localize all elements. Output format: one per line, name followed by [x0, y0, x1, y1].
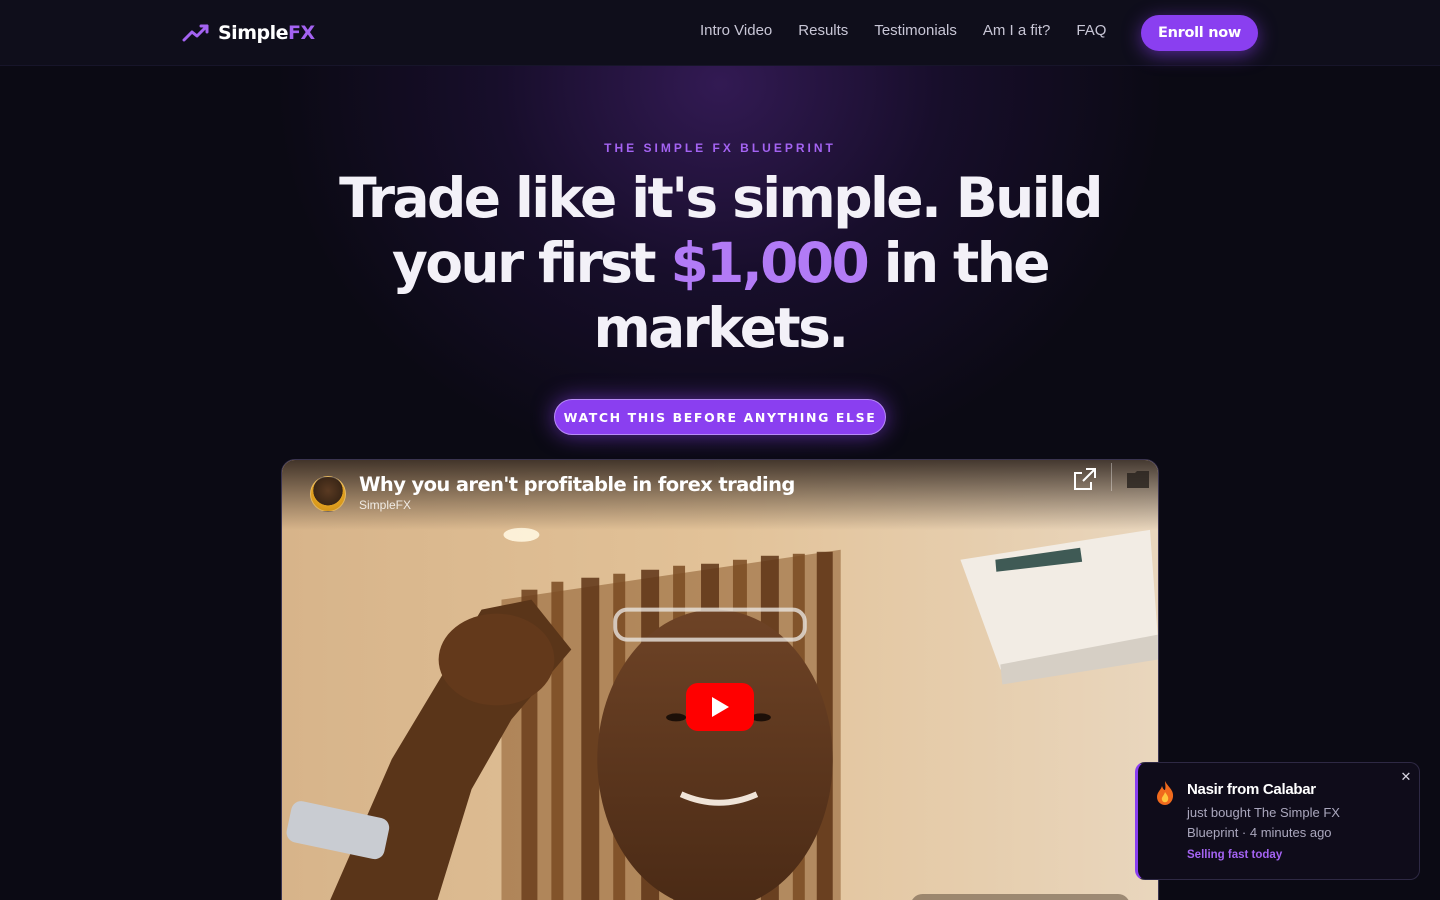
close-icon[interactable]: ✕	[1398, 769, 1414, 785]
folder-icon[interactable]	[1125, 468, 1151, 490]
enroll-now-button[interactable]: Enroll now	[1141, 15, 1258, 51]
brand-name: SimpleFX	[218, 22, 315, 44]
notification-message: just bought The Simple FX Blueprint · 4 …	[1187, 805, 1340, 840]
play-button[interactable]	[686, 683, 754, 731]
nav-link-testimonials[interactable]: Testimonials	[874, 22, 957, 39]
nav-links: Intro Video Results Testimonials Am I a …	[700, 22, 1106, 39]
hero-eyebrow: THE SIMPLE FX BLUEPRINT	[604, 141, 836, 155]
trend-up-icon	[182, 24, 209, 42]
video-player[interactable]: Why you aren't profitable in forex tradi…	[281, 459, 1159, 900]
nav-link-intro-video[interactable]: Intro Video	[700, 22, 772, 39]
share-icon[interactable]	[1072, 466, 1098, 492]
brand-name-fx: FX	[288, 22, 315, 44]
brand-name-simple: Simple	[218, 22, 289, 44]
top-nav: SimpleFX Intro Video Results Testimonial…	[0, 0, 1440, 66]
play-icon	[712, 697, 729, 717]
purchase-notification: Nasir from Calabar just bought The Simpl…	[1135, 762, 1420, 880]
fire-icon	[1157, 781, 1174, 805]
video-channel-name[interactable]: SimpleFX	[359, 498, 411, 512]
headline-accent: $1,000	[670, 231, 870, 295]
notification-buyer-name: Nasir from Calabar	[1187, 781, 1316, 798]
hero-headline: Trade like it's simple. Build your first…	[320, 166, 1120, 361]
video-header-divider	[1111, 463, 1112, 491]
nav-link-am-i-a-fit[interactable]: Am I a fit?	[983, 22, 1051, 39]
nav-link-results[interactable]: Results	[798, 22, 848, 39]
video-title[interactable]: Why you aren't profitable in forex tradi…	[359, 473, 795, 496]
watch-video-button[interactable]: WATCH THIS BEFORE ANYTHING ELSE	[554, 399, 886, 435]
brand-logo[interactable]: SimpleFX	[182, 18, 315, 48]
channel-avatar[interactable]	[310, 476, 346, 512]
notification-urgency-tag: Selling fast today	[1187, 849, 1283, 861]
nav-link-faq[interactable]: FAQ	[1076, 22, 1106, 39]
